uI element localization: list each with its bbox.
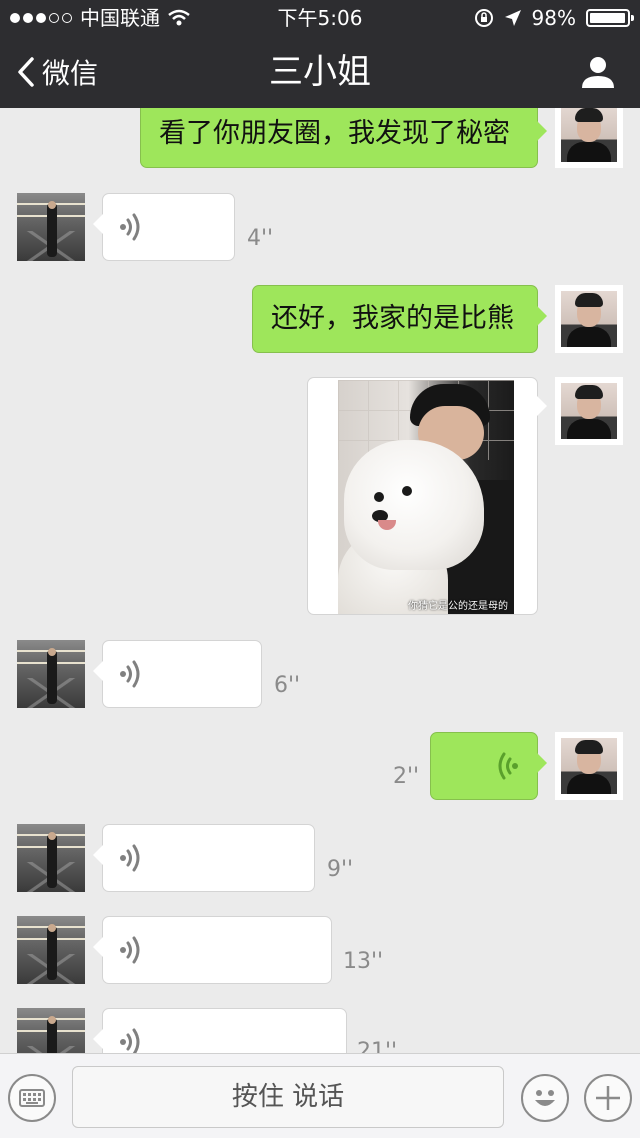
signal-icon [10, 13, 72, 23]
voice-message-incoming[interactable] [93, 916, 332, 984]
contact-avatar[interactable] [17, 1008, 85, 1053]
voice-message-incoming[interactable] [93, 824, 315, 892]
my-avatar[interactable] [555, 108, 623, 168]
contact-avatar[interactable] [17, 824, 85, 892]
location-icon [504, 10, 521, 26]
nav-bar: 微信 三小姐 [0, 36, 640, 108]
battery-label: 98% [531, 6, 576, 30]
voice-duration: 2'' [393, 764, 420, 789]
battery-fill [590, 13, 626, 23]
message-text: 还好，我家的是比熊 [271, 303, 514, 334]
voice-wave-icon [120, 844, 140, 872]
chat-title: 三小姐 [269, 52, 371, 92]
voice-message-incoming[interactable] [93, 1008, 347, 1053]
voice-duration: 4'' [247, 226, 274, 251]
wifi-icon [168, 9, 190, 26]
person-icon[interactable] [578, 52, 618, 92]
plus-icon [596, 1086, 620, 1110]
status-bar: 中国联通 下午5:06 98% [0, 0, 640, 36]
top-bar: 中国联通 下午5:06 98% 微信 三小姐 [0, 0, 640, 108]
my-avatar[interactable] [555, 732, 623, 800]
contact-avatar[interactable] [17, 640, 85, 708]
message-bubble-outgoing[interactable]: 看了你朋友圈，我发现了秘密 [140, 108, 547, 168]
carrier-label: 中国联通 [80, 6, 160, 30]
hold-to-talk-button[interactable]: 按住 说话 [72, 1066, 504, 1128]
voice-duration: 21'' [357, 1039, 398, 1053]
contact-avatar[interactable] [17, 916, 85, 984]
keyboard-toggle-button[interactable] [8, 1074, 56, 1122]
my-avatar[interactable] [555, 285, 623, 353]
dog-photo: 你猜它是公的还是母的 [338, 380, 514, 614]
voice-message-incoming[interactable] [93, 640, 262, 708]
voice-message-outgoing[interactable] [430, 732, 547, 800]
voice-duration: 9'' [327, 857, 354, 882]
voice-duration: 6'' [274, 673, 301, 698]
voice-wave-icon [498, 752, 518, 780]
voice-wave-icon [120, 213, 140, 241]
voice-wave-icon [120, 660, 140, 688]
my-avatar[interactable] [555, 377, 623, 445]
add-button[interactable] [584, 1074, 632, 1122]
rotation-lock-icon [474, 9, 493, 27]
voice-wave-icon [120, 1028, 140, 1053]
emoji-button[interactable] [521, 1074, 569, 1122]
voice-wave-icon [120, 936, 140, 964]
battery-icon [586, 9, 634, 27]
image-message-outgoing[interactable]: 你猜它是公的还是母的 [307, 377, 547, 615]
chat-area[interactable]: 看了你朋友圈，我发现了秘密 4'' 还好，我家的是比熊 你猜它是公的还是母的 6… [0, 108, 640, 1053]
voice-duration: 13'' [343, 949, 384, 974]
emoji-icon [535, 1090, 555, 1106]
voice-message-incoming[interactable] [93, 193, 235, 261]
message-bubble-outgoing[interactable]: 还好，我家的是比熊 [252, 285, 547, 353]
keyboard-icon [19, 1089, 45, 1107]
message-text: 看了你朋友圈，我发现了秘密 [159, 118, 510, 149]
contact-avatar[interactable] [17, 193, 85, 261]
photo-caption: 你猜它是公的还是母的 [408, 601, 508, 612]
input-bar: 按住 说话 [0, 1053, 640, 1138]
